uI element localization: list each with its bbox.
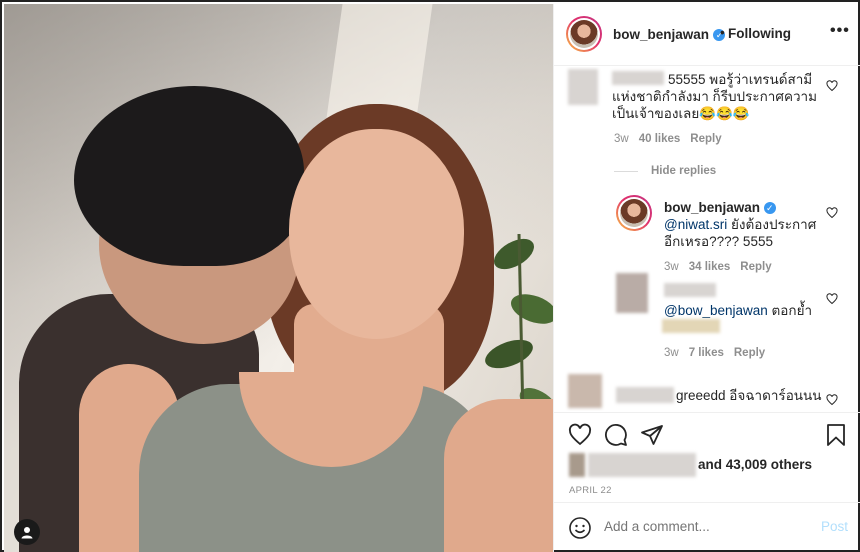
reply-time: 3w bbox=[664, 261, 679, 273]
reply-avatar[interactable] bbox=[616, 195, 652, 231]
blurred-avatar bbox=[568, 374, 602, 408]
mention-link[interactable]: @niwat.sri bbox=[664, 217, 727, 232]
reply-username[interactable]: bow_benjawan bbox=[664, 200, 760, 215]
reply-text-line: อีกเหรอ???? 5555 bbox=[664, 234, 773, 249]
man-hair bbox=[74, 86, 304, 266]
post-button[interactable]: Post bbox=[821, 519, 848, 534]
blurred-username bbox=[664, 283, 716, 297]
comment-icon[interactable] bbox=[604, 423, 628, 447]
blurred-avatar bbox=[568, 69, 598, 105]
post-photo[interactable] bbox=[4, 4, 553, 552]
reply-like-heart-icon[interactable] bbox=[826, 207, 838, 219]
reply-likes[interactable]: 34 likes bbox=[689, 261, 731, 273]
reply-like-heart-icon[interactable] bbox=[826, 293, 838, 305]
woman-face bbox=[289, 129, 464, 339]
header-separator: • bbox=[720, 25, 725, 40]
post-sidebar: bow_benjawan ✓ • Following ••• 55555 พอร… bbox=[553, 4, 860, 552]
likes-summary[interactable]: and 43,009 others bbox=[698, 457, 812, 472]
user-tag-icon[interactable] bbox=[14, 519, 40, 545]
comment-text-line: 55555 พอรู้ว่าเทรนด์สามี bbox=[668, 72, 813, 87]
instagram-post-window: bow_benjawan ✓ • Following ••• 55555 พอร… bbox=[0, 0, 860, 552]
header-username[interactable]: bow_benjawan bbox=[613, 27, 709, 42]
heart-icon[interactable] bbox=[568, 423, 592, 447]
comment-text-line: เป็นเจ้าของเลย😂😂😂 bbox=[612, 106, 750, 121]
verified-badge-icon: ✓ bbox=[763, 202, 776, 215]
reply-text: @bow_benjawan ตอกย้ำ bbox=[664, 302, 812, 319]
post-actions: and 43,009 others APRIL 22 bbox=[554, 412, 860, 502]
blurred-text bbox=[662, 319, 720, 333]
comment-like-heart-icon[interactable] bbox=[826, 394, 838, 406]
comments-list[interactable]: 55555 พอรู้ว่าเทรนด์สามี แห่งชาติกำลังมา… bbox=[554, 67, 860, 411]
hide-replies-button[interactable]: Hide replies bbox=[651, 165, 716, 177]
reply-text-content: ยังต้องประกาศ bbox=[727, 217, 817, 232]
reply-time: 3w bbox=[664, 347, 679, 359]
reply-likes[interactable]: 7 likes bbox=[689, 347, 724, 359]
comment-meta: 3w 40 likes Reply bbox=[614, 133, 722, 145]
emoji-icon[interactable] bbox=[568, 516, 592, 540]
reply-text-content: ตอกย้ำ bbox=[767, 303, 813, 318]
comment-time: 3w bbox=[614, 133, 629, 145]
comment-text: greeedd อีจฉาดาร์อนนน bbox=[676, 388, 822, 403]
woman-arm-right bbox=[444, 399, 553, 552]
comment-like-heart-icon[interactable] bbox=[826, 80, 838, 92]
blurred-liker-avatar bbox=[569, 453, 585, 477]
reply-meta: 3w 34 likes Reply bbox=[664, 261, 772, 273]
reply-header: bow_benjawan ✓ bbox=[664, 199, 776, 216]
comment-likes[interactable]: 40 likes bbox=[639, 133, 681, 145]
reply-button[interactable]: Reply bbox=[690, 133, 721, 145]
send-icon[interactable] bbox=[640, 423, 664, 447]
reply-meta: 3w 7 likes Reply bbox=[664, 347, 765, 359]
blurred-avatar bbox=[616, 273, 648, 313]
avatar[interactable] bbox=[566, 16, 602, 52]
blurred-username bbox=[616, 387, 674, 403]
mention-link[interactable]: @bow_benjawan bbox=[664, 303, 768, 318]
bookmark-icon[interactable] bbox=[824, 423, 848, 447]
reply-button[interactable]: Reply bbox=[740, 261, 771, 273]
hide-replies-line bbox=[614, 171, 638, 172]
following-button[interactable]: Following bbox=[728, 26, 791, 41]
more-horizontal-icon[interactable]: ••• bbox=[830, 22, 850, 40]
comment-text-line: แห่งชาติกำลังมา ก็รีบประกาศความ bbox=[612, 89, 818, 104]
post-header: bow_benjawan ✓ • Following ••• bbox=[554, 4, 860, 66]
post-date[interactable]: APRIL 22 bbox=[569, 485, 612, 496]
reply-text: @niwat.sri ยังต้องประกาศ bbox=[664, 216, 816, 233]
blurred-liker-names bbox=[588, 453, 696, 477]
reply-button[interactable]: Reply bbox=[734, 347, 765, 359]
blurred-username bbox=[612, 71, 664, 85]
add-comment-bar: Post bbox=[554, 502, 860, 552]
add-comment-input[interactable] bbox=[604, 519, 804, 534]
